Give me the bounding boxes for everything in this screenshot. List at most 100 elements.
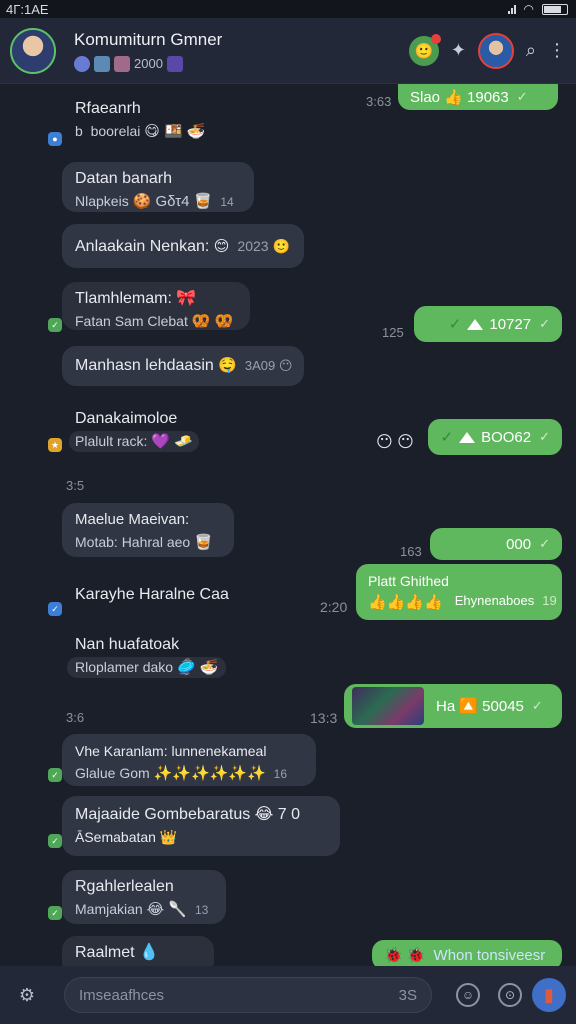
incoming-message[interactable]: Maelue Maeivan: Motab: Hahral aeo 🥃 (62, 503, 234, 557)
outgoing-message[interactable]: Ha 🔼 50045 ✓ (344, 684, 562, 728)
message-stamp: 13 (194, 903, 209, 917)
incoming-message[interactable]: Raalmet 💧 (62, 936, 214, 966)
smiley-icon: ☺ (461, 988, 475, 1002)
sparkle-icon[interactable]: ✦ (451, 40, 466, 61)
notification-dot (430, 33, 441, 44)
message-stamp: 2023 🙂 (237, 238, 290, 254)
emoji-row: 💜 🧈 (151, 433, 193, 450)
send-button[interactable]: ▮ (532, 978, 566, 1012)
attach-button[interactable]: ⚙ (10, 978, 44, 1012)
char-counter: 3S (398, 986, 417, 1004)
outgoing-message[interactable]: 000 ✓ (430, 528, 562, 560)
message-text: Mamjakian (75, 901, 143, 917)
avatar[interactable]: ● (12, 96, 62, 146)
message-input[interactable]: Imseaafhces 3S (64, 977, 432, 1013)
avatar[interactable]: ★ (12, 402, 62, 452)
status-badge: ✓ (48, 318, 62, 332)
emoji-button[interactable]: ☺ (456, 983, 480, 1007)
status-icons: ◠ (507, 2, 568, 16)
message-stamp: 16 (273, 767, 288, 781)
incoming-message[interactable]: Majaaide Gombebaratus 😂 7 0 ĀSemabatan 👑 (62, 796, 340, 856)
group-title: Komumiturn Gmner (74, 29, 223, 49)
sticker-icon: ⊙ (504, 988, 516, 1002)
message-text: 000 (506, 535, 532, 553)
check-icon: ✓ (440, 429, 454, 446)
sender-name: Rfaeanrh (75, 100, 141, 117)
emoji-row: 👍👍👍👍 (368, 594, 443, 611)
upload-icon (459, 431, 476, 443)
message-text: b boorelai (75, 123, 141, 139)
outgoing-message[interactable]: Slao 👍 19063 ✓ (398, 84, 558, 110)
incoming-message[interactable]: Datan banarh Nlapkeis 🍪 Gδτ4 🥃 14 (62, 162, 254, 212)
sender-name: Karayhe Haralne Caa (75, 586, 229, 603)
avatar[interactable] (12, 342, 60, 390)
incoming-message[interactable]: Manhasn lehdaasin 🤤 3Α09 😶 (62, 346, 304, 386)
avatar[interactable] (12, 626, 60, 674)
avatar[interactable] (12, 932, 60, 966)
sender-name: Anlaakain Nenkan: (75, 238, 210, 255)
sender-name: Maelue Maeivan: (75, 511, 190, 528)
chat-list[interactable]: 3:63 Slao 👍 19063 ✓ ● Rfaeanrh b boorela… (0, 84, 576, 966)
avatar[interactable] (12, 221, 60, 269)
emoji-row: 🥏 🍜 (176, 659, 219, 676)
message-stamp: 3Α09 😶 (244, 358, 293, 373)
notification-button[interactable]: 🙂 (408, 33, 441, 66)
bell-icon: 🙂 (414, 42, 434, 60)
emoji-row: 🐞 🐞 (384, 947, 426, 964)
outgoing-message[interactable]: 🐞 🐞 Whon tonsiveesr (372, 940, 562, 966)
group-subtitle: 2000 (74, 55, 409, 72)
incoming-message[interactable]: Rgahlerlealen Mamjakian 😂 🥄 13 (62, 870, 226, 924)
avatar[interactable]: ✓ (12, 798, 62, 848)
avatar[interactable]: ✓ (12, 566, 62, 616)
image-thumbnail[interactable] (352, 687, 424, 725)
message-stamp: 19 (542, 593, 557, 608)
emoji-row: 🍪 Gδτ4 🥃 (132, 193, 213, 210)
avatar[interactable]: ✓ (12, 282, 62, 332)
message-time: 125 (382, 325, 404, 340)
avatar[interactable] (12, 160, 60, 208)
incoming-message[interactable]: Nan huafatoak Rloplamer dako 🥏 🍜 (62, 628, 238, 685)
incoming-message[interactable]: Tlamhlemam: 🎀 Fatan Sam Clebat 🥨 🥨 (62, 282, 250, 330)
mic-icon: ▮ (544, 984, 554, 1005)
status-badge: ✓ (48, 768, 62, 782)
message-text: Motab: Hahral aeo (75, 534, 191, 550)
incoming-message[interactable]: Danakaimoloe Plalult rack: 💜 🧈 (62, 402, 211, 459)
header-actions: 🙂 ✦ ⌕ ⋮ (408, 32, 566, 69)
incoming-message[interactable]: Rfaeanrh b boorelai 😋 🍱 🍜 (62, 92, 218, 149)
sender-name: Manhasn lehdaasin (75, 357, 214, 374)
outgoing-message[interactable]: ✓ 10727 ✓ (414, 306, 562, 342)
message-text: Nlapkeis (75, 193, 129, 209)
emoji-row: 🥨 🥨 (191, 313, 234, 330)
status-badge: ✓ (48, 602, 62, 616)
sticker-button[interactable]: ⊙ (498, 983, 522, 1007)
message-text: BOO62 (481, 428, 532, 446)
header-text[interactable]: Komumiturn Gmner 2000 (74, 30, 409, 72)
group-avatar[interactable] (10, 27, 56, 74)
emoji-row: 😊 (213, 238, 230, 255)
status-badge: ★ (48, 438, 62, 452)
reaction-icon[interactable]: 😶 😶 (376, 432, 414, 452)
outgoing-message[interactable]: Platt Ghithed 👍👍👍👍 Ehynenaboes 19 (356, 564, 562, 620)
message-stamp: 14 (220, 195, 234, 209)
sticker-icon (114, 55, 130, 72)
sender-name: Tlamhlemam: 🎀 (75, 290, 197, 307)
incoming-message[interactable]: Karayhe Haralne Caa (62, 578, 241, 612)
message-text: Whon tonsiveesr (433, 946, 546, 964)
more-icon[interactable]: ⋮ (548, 40, 566, 61)
avatar[interactable]: ✓ (12, 870, 62, 920)
message-text: Slao 👍 19063 (410, 89, 509, 106)
game-icon (166, 55, 183, 72)
day-stamp: 3:6 (66, 710, 85, 725)
outgoing-message[interactable]: ✓ BOO62 ✓ (428, 419, 562, 455)
chat-header: Komumiturn Gmner 2000 🙂 ✦ ⌕ ⋮ (0, 18, 576, 84)
status-bar: 4Γ:1ΑΕ ◠ (0, 0, 576, 18)
sender-name: Danakaimoloe (75, 410, 178, 427)
profile-avatar-button[interactable] (477, 32, 514, 69)
check-icon: ✓ (539, 429, 550, 444)
incoming-message[interactable]: Anlaakain Nenkan: 😊 2023 🙂 (62, 224, 304, 268)
incoming-message[interactable]: Vhe Karanlam: lunnenekameal Glalue Gom ✨… (62, 734, 316, 786)
check-icon: ✓ (448, 316, 462, 333)
avatar[interactable]: ✓ (12, 732, 62, 782)
search-icon[interactable]: ⌕ (526, 40, 536, 61)
emoji-row: ✨✨✨✨✨✨ (153, 765, 266, 782)
